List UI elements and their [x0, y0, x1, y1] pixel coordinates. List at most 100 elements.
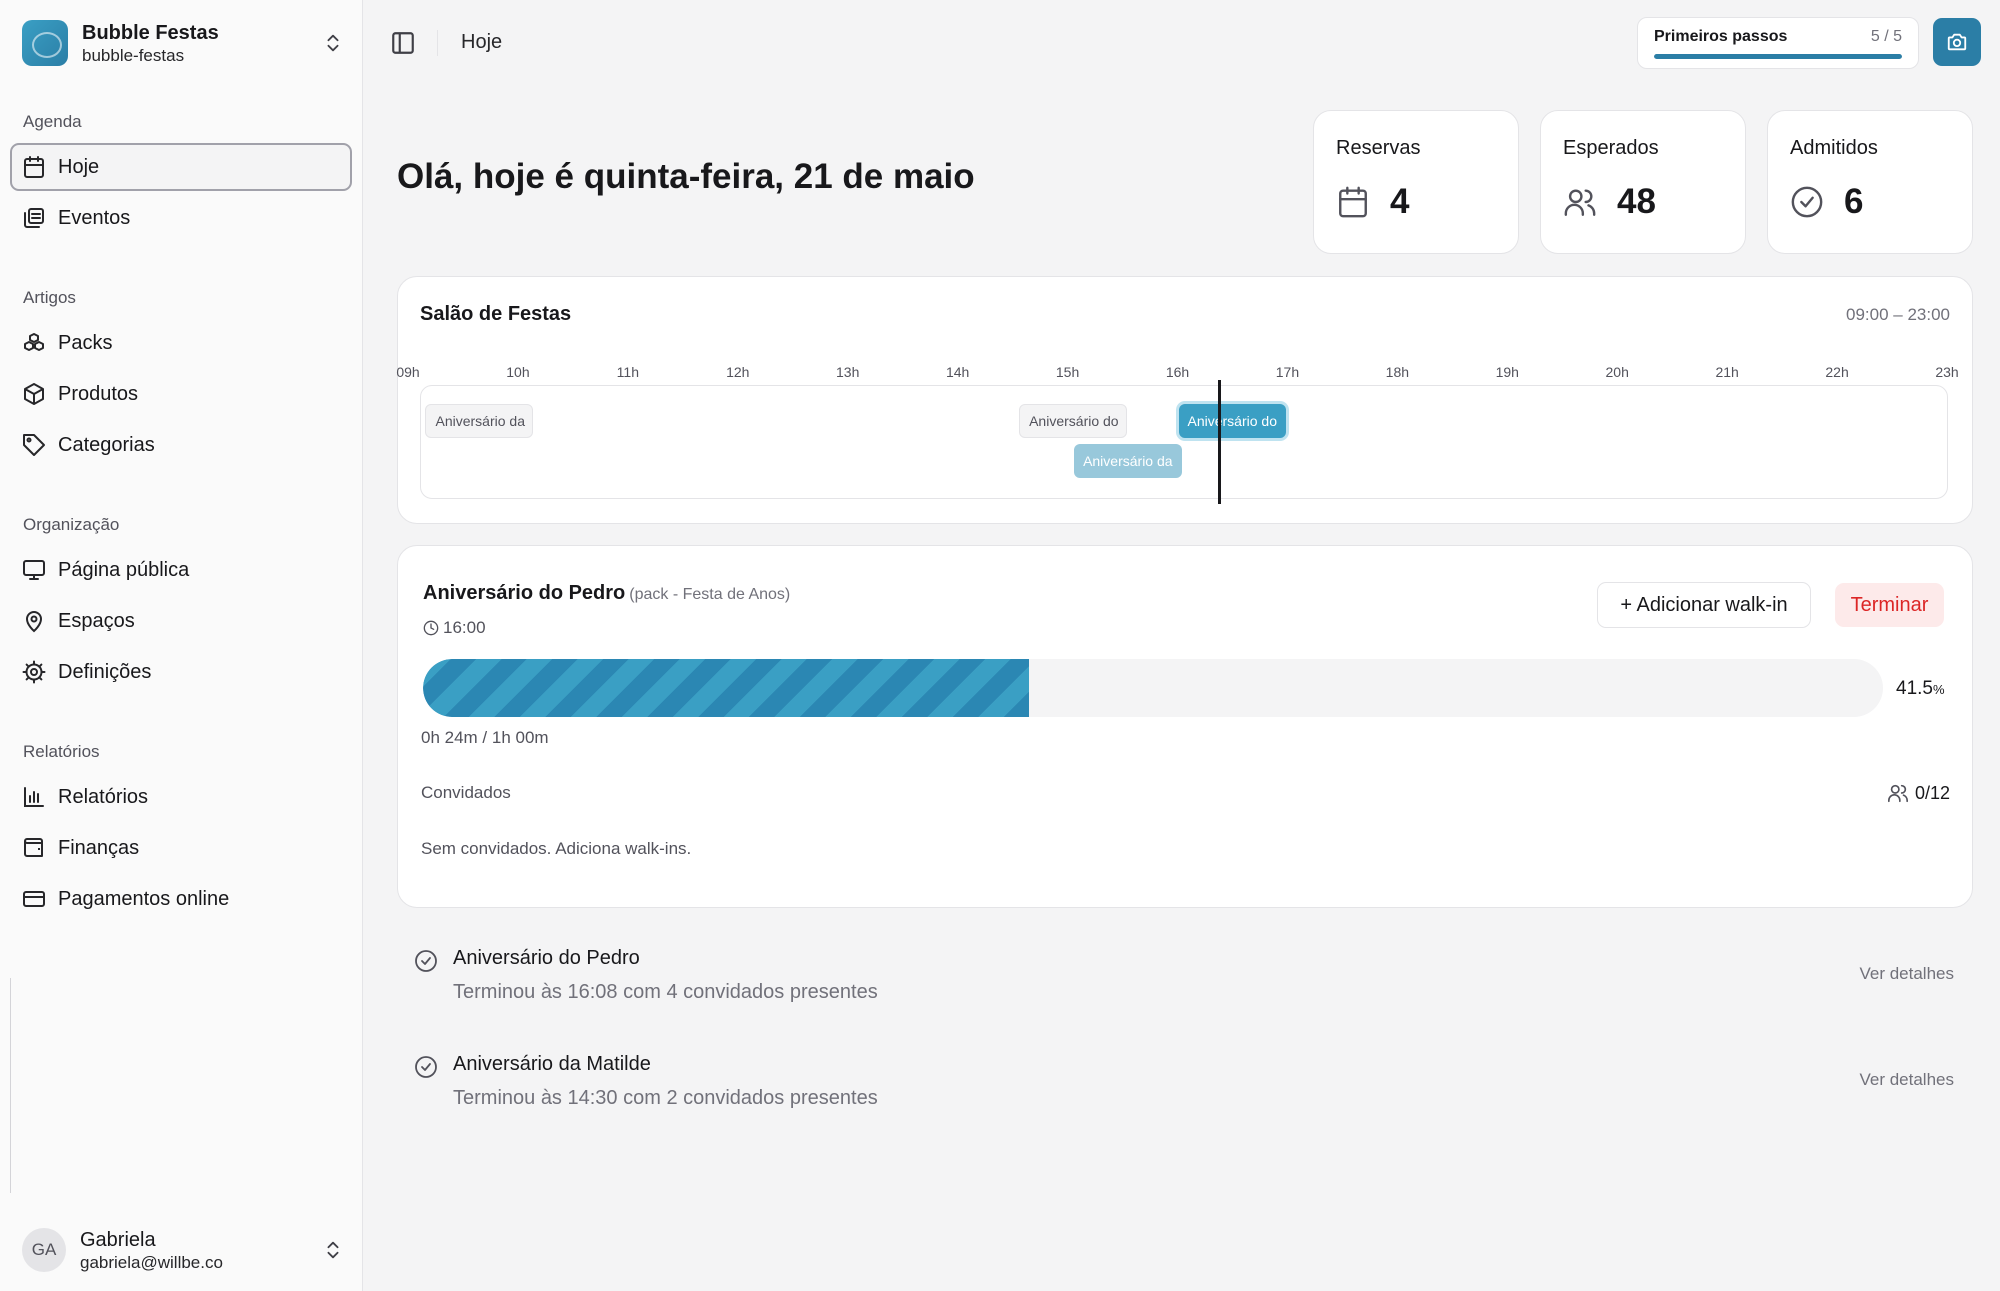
org-switcher[interactable]: Bubble Festas bubble-festas [22, 19, 344, 67]
timeline-hour-label: 13h [836, 364, 860, 380]
camera-button[interactable] [1933, 18, 1981, 66]
sidebar-item-definicoes[interactable]: Definições [10, 648, 352, 696]
user-menu[interactable]: GA Gabriela gabriela@willbe.co [22, 1224, 344, 1276]
sidebar-item-pagina-publica[interactable]: Página pública [10, 546, 352, 594]
timeline-hour-label: 10h [506, 364, 530, 380]
add-walkin-button[interactable]: + Adicionar walk-in [1597, 582, 1811, 628]
wallet-icon [24, 838, 43, 857]
timeline-hour-label: 16h [1165, 364, 1190, 380]
timeline-hour-label: 17h [1275, 364, 1300, 380]
event-title: Aniversário do Pedro (pack - Festa de Ano… [423, 582, 790, 605]
event-time: 16:00 [423, 618, 486, 638]
onboarding-steps[interactable]: Primeiros passos 5 / 5 [1637, 17, 1919, 69]
timeline-event[interactable]: Aniversário da [1074, 444, 1182, 478]
guests-count-value: 0/12 [1914, 782, 1950, 803]
steps-progress-fill [1654, 54, 1902, 59]
org-name: Bubble Festas [82, 21, 219, 44]
current-time-marker [1218, 380, 1222, 504]
event-progress-fill [423, 659, 1029, 717]
breadcrumb: Hoje [461, 31, 503, 53]
map-pin-icon [25, 611, 43, 633]
timeline-hour-label: 22h [1825, 364, 1849, 380]
sidebar-item-packs[interactable]: Packs [10, 319, 352, 367]
guests-count: 0/12 [1887, 782, 1950, 804]
calendar-stack-icon [24, 208, 44, 228]
timeline-hour-label: 11h [616, 364, 640, 380]
view-details-link[interactable]: Ver detalhes [1859, 1070, 1954, 1090]
header-divider [437, 30, 438, 56]
nav-group-relatorios: Relatórios [23, 742, 100, 761]
page-title: Olá, hoje é quinta-feira, 21 de maio [397, 157, 975, 196]
nav-group-organizacao: Organização [23, 515, 120, 534]
sidebar-item-espacos[interactable]: Espaços [10, 597, 352, 645]
user-email: gabriela@willbe.co [80, 1252, 223, 1272]
view-details-link[interactable]: Ver detalhes [1859, 964, 1954, 984]
timeline-hours: 09h 10h 11h 12h 13h 14h 15h 16h 17h 18h 19h 20h 21h 2… [396, 364, 1958, 382]
gear-icon [22, 660, 46, 684]
sidebar-item-produtos[interactable]: Produtos [10, 370, 352, 418]
sidebar-item-label: Relatórios [58, 785, 149, 808]
boxes-icon [24, 333, 44, 351]
finish-button[interactable]: Terminar [1835, 583, 1944, 627]
calendar-icon [24, 156, 44, 178]
past-event-item: Aniversário do Pedro Terminou às 16:08 c… [414, 947, 1954, 1017]
current-event-card: Aniversário do Pedro (pack - Festa de Ano… [397, 545, 1973, 908]
steps-progress-bar [1654, 54, 1902, 59]
package-icon [24, 383, 44, 405]
timeline-hour-label: 12h [726, 364, 750, 380]
sidebar-item-relatorios[interactable]: Relatórios [10, 773, 352, 821]
percent-unit: % [1932, 682, 1945, 697]
event-progress-bar [423, 659, 1883, 717]
event-pack: (pack - Festa de Anos) [629, 586, 791, 603]
user-name: Gabriela [80, 1228, 156, 1251]
timeline-hour-label: 23h [1935, 364, 1959, 380]
sidebar-toggle-icon[interactable] [390, 30, 416, 56]
sidebar-item-pagamentos-online[interactable]: Pagamentos online [10, 875, 352, 923]
timeline-hour-label: 19h [1495, 364, 1519, 380]
timeline-event[interactable]: Aniversário do [1178, 404, 1287, 438]
monitor-icon [23, 560, 45, 580]
timeline-title: Salão de Festas [420, 303, 572, 325]
timeline-hour-label: 14h [945, 364, 970, 380]
scrollbar-track [10, 978, 11, 1193]
sidebar-item-label: Definições [58, 660, 152, 683]
sidebar-item-financas[interactable]: Finanças [10, 824, 352, 872]
bar-chart-icon [24, 787, 44, 807]
event-progress-percent: 41.5% [1896, 678, 1945, 700]
sidebar-item-eventos[interactable]: Eventos [10, 194, 352, 242]
stat-card-admitidos: Admitidos 6 [1767, 110, 1973, 254]
clock-icon [423, 620, 439, 636]
sidebar-item-label: Finanças [58, 836, 140, 859]
past-event-desc: Terminou às 14:30 com 2 convidados prese… [453, 1087, 878, 1109]
stat-value: 6 [1844, 182, 1864, 221]
sidebar-item-label: Página pública [58, 558, 190, 581]
stat-label: Reservas [1336, 137, 1421, 159]
check-circle-icon [415, 950, 437, 972]
event-name: Aniversário do Pedro [423, 582, 626, 604]
percent-value: 41.5 [1896, 678, 1933, 699]
stat-card-reservas: Reservas 4 [1313, 110, 1519, 254]
timeline-range: 09:00 – 23:00 [1846, 305, 1950, 324]
steps-count: 5 / 5 [1870, 28, 1902, 45]
sidebar-item-hoje[interactable]: Hoje [10, 143, 352, 191]
sidebar-item-label: Packs [58, 331, 113, 354]
nav-group-agenda: Agenda [23, 112, 82, 131]
empty-guests-message: Sem convidados. Adiciona walk-ins. [421, 839, 692, 858]
guests-label: Convidados [421, 783, 511, 802]
past-event-desc: Terminou às 16:08 com 4 convidados prese… [453, 981, 878, 1003]
past-event-title: Aniversário da Matilde [453, 1053, 651, 1075]
timeline-event[interactable]: Aniversário da [425, 404, 534, 438]
stat-label: Admitidos [1790, 137, 1878, 159]
org-slug: bubble-festas [82, 45, 185, 65]
timeline-card: Salão de Festas 09:00 – 23:00 09h 10h 11h 1… [396, 276, 1973, 524]
sidebar-item-categorias[interactable]: Categorias [10, 421, 352, 469]
calendar-icon [1339, 186, 1367, 218]
past-event-item: Aniversário da Matilde Terminou às 14:30… [414, 1053, 1954, 1123]
timeline-track: Aniversário da Aniversário do Aniversário … [420, 385, 1948, 499]
timeline-hour-label: 09h [396, 364, 420, 380]
tag-icon [23, 434, 45, 456]
stat-value: 48 [1617, 182, 1656, 221]
sidebar-item-label: Pagamentos online [58, 887, 230, 910]
event-duration: 0h 24m / 1h 00m [421, 728, 549, 747]
timeline-event[interactable]: Aniversário do [1019, 404, 1128, 438]
